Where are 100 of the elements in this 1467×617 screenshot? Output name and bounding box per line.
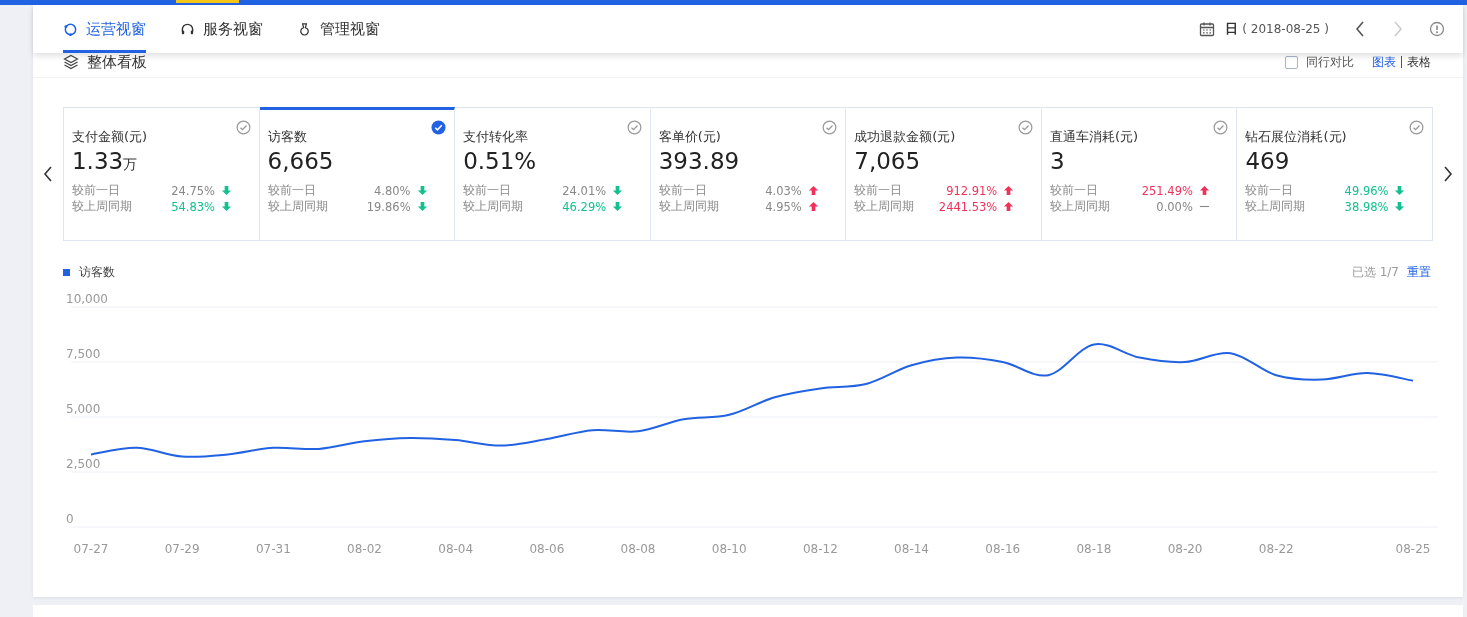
comparison-value: 4.03%	[764, 183, 802, 198]
metric-label: 钻石展位消耗(元)	[1245, 128, 1348, 146]
down-arrow-icon	[1394, 185, 1406, 196]
metric-label: 支付转化率	[463, 128, 530, 146]
reset-link[interactable]: 重置	[1407, 263, 1431, 281]
check-circle-icon[interactable]	[235, 120, 251, 135]
y-axis-label: 5,000	[66, 402, 101, 416]
x-axis-label: 08-20	[1167, 542, 1203, 556]
metric-value: 3	[1049, 148, 1065, 174]
comparison-value: 2441.53%	[937, 199, 998, 214]
comparison-value: 0.00%	[1155, 199, 1193, 214]
selected-count: 已选 1/7	[1351, 263, 1399, 281]
comparison-value: 4.95%	[764, 199, 802, 214]
compare-checkbox[interactable]: 同行对比	[1285, 53, 1354, 71]
y-axis-label: 7,500	[66, 347, 101, 361]
comparison-value: 24.75%	[170, 183, 215, 198]
chevron-left-icon	[43, 166, 53, 182]
comparison-value: 251.49%	[1140, 183, 1193, 198]
down-arrow-icon	[221, 201, 232, 212]
x-axis-label: 08-22	[1258, 542, 1294, 556]
legend-label: 访客数	[79, 263, 115, 281]
check-circle-icon[interactable]	[822, 120, 838, 135]
metric-card[interactable]: 访客数 6,665 较前一日 4.80% 较上周同期 19.86%	[259, 107, 456, 240]
headset-icon	[180, 21, 195, 37]
metric-card[interactable]: 支付金额(元) 1.33万 较前一日 24.75% 较上周同期 54.83%	[64, 107, 260, 240]
alert-icon[interactable]	[1429, 21, 1445, 37]
metric-label: 访客数	[267, 128, 308, 146]
chevron-right-icon	[1443, 166, 1453, 182]
comparison-label: 较上周同期	[658, 199, 720, 214]
up-arrow-icon	[807, 201, 819, 212]
comparison-value: 46.29%	[561, 199, 607, 214]
down-arrow-icon	[1394, 201, 1406, 212]
x-axis-label: 08-06	[529, 542, 565, 556]
comparison-label: 较前一日	[854, 183, 904, 198]
x-axis-label: 08-12	[802, 542, 838, 556]
up-arrow-icon	[1003, 185, 1015, 196]
metric-value: 6,665	[267, 148, 334, 174]
x-axis-label: 08-16	[985, 542, 1021, 556]
y-axis-label: 0	[66, 512, 74, 526]
down-arrow-icon	[221, 185, 232, 196]
x-axis-label: 08-10	[711, 542, 747, 556]
check-circle-icon[interactable]	[1409, 120, 1425, 135]
check-circle-icon[interactable]	[431, 120, 447, 135]
check-circle-icon[interactable]	[626, 120, 642, 135]
metric-value: 0.51%	[463, 148, 537, 174]
comparison-value: 19.86%	[365, 199, 411, 214]
metric-label: 直通车消耗(元)	[1049, 128, 1140, 146]
metric-card[interactable]: 客单价(元) 393.89 较前一日 4.03% 较上周同期 4.95%	[650, 107, 847, 240]
nav-tab[interactable]: 运营视窗	[63, 5, 146, 53]
comparison-label: 较上周同期	[72, 199, 133, 214]
comparison-value: 912.91%	[945, 183, 998, 198]
metric-value: 469	[1245, 148, 1290, 174]
metric-label: 支付金额(元)	[72, 128, 149, 146]
period-label: 日	[1225, 20, 1239, 38]
x-axis-label: 08-25	[1395, 542, 1431, 556]
comparison-label: 较前一日	[1049, 183, 1099, 198]
comparison-label: 较前一日	[72, 183, 121, 198]
down-arrow-icon	[612, 185, 624, 196]
x-axis-label: 07-31	[255, 542, 291, 556]
comparison-value: 4.80%	[373, 183, 411, 198]
metric-card[interactable]: 成功退款金额(元) 7,065 较前一日 912.91% 较上周同期 2441.53%	[846, 107, 1042, 240]
calendar-icon[interactable]	[1199, 21, 1216, 37]
nav-tab[interactable]: 管理视窗	[297, 5, 380, 53]
comparison-label: 较前一日	[1245, 183, 1295, 198]
up-arrow-icon	[1003, 201, 1015, 212]
comparison-label: 较上周同期	[463, 199, 525, 214]
up-arrow-icon	[807, 185, 819, 196]
x-axis-label: 07-27	[73, 542, 109, 556]
comparison-label: 较上周同期	[854, 199, 916, 214]
nav-tab[interactable]: 服务视窗	[180, 5, 263, 53]
check-circle-icon[interactable]	[1017, 120, 1033, 135]
comparison-label: 较上周同期	[1245, 199, 1307, 214]
metric-value: 1.33	[72, 148, 124, 174]
check-circle-icon[interactable]	[1213, 120, 1229, 135]
comparison-label: 较前一日	[267, 183, 317, 198]
metric-card[interactable]: 钻石展位消耗(元) 469 较前一日 49.96% 较上周同期 38.98%	[1237, 107, 1433, 240]
metric-label: 客单价(元)	[658, 128, 722, 146]
layers-icon	[63, 54, 79, 70]
view-toggle[interactable]: 表格	[1407, 53, 1431, 71]
comparison-label: 较上周同期	[1049, 199, 1111, 214]
chevron-left-icon	[1355, 21, 1365, 37]
comparison-label: 较前一日	[463, 183, 513, 198]
comparison-label: 较上周同期	[267, 199, 329, 214]
metric-value: 7,065	[854, 148, 921, 174]
metric-label: 成功退款金额(元)	[854, 128, 957, 146]
view-toggle[interactable]: 图表	[1372, 53, 1396, 71]
metric-card[interactable]: 直通车消耗(元) 3 较前一日 251.49% 较上周同期 0.00%	[1041, 107, 1238, 240]
x-axis-label: 08-18	[1076, 542, 1112, 556]
down-arrow-icon	[416, 185, 428, 196]
comparison-value: 24.01%	[561, 183, 607, 198]
date-label: ( 2018-08-25 )	[1242, 22, 1329, 36]
ring-icon	[63, 21, 78, 37]
up-arrow-icon	[1198, 185, 1210, 196]
x-axis-label: 08-02	[347, 542, 382, 556]
active-indicator	[176, 0, 239, 3]
metric-value: 393.89	[658, 148, 740, 174]
x-axis-label: 08-08	[620, 542, 656, 556]
down-arrow-icon	[416, 201, 428, 212]
metric-card[interactable]: 支付转化率 0.51% 较前一日 24.01% 较上周同期 46.29%	[455, 107, 651, 240]
comparison-value: 49.96%	[1343, 183, 1389, 198]
